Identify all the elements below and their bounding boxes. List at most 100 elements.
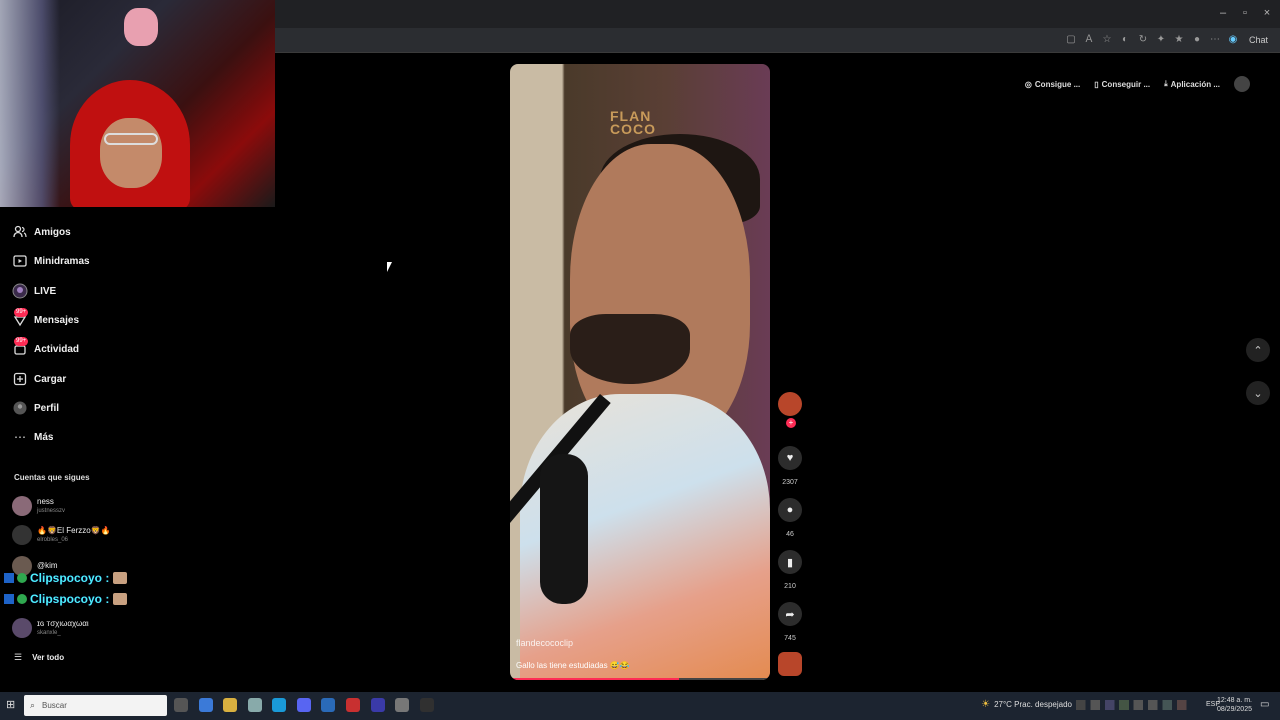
- favorite-icon[interactable]: ☆: [1101, 34, 1113, 46]
- sidebar-item-label: Actividad: [34, 343, 80, 355]
- sidebar-item-mensajes[interactable]: 99+ Mensajes: [12, 308, 80, 331]
- minimize-button[interactable]: –: [1212, 4, 1234, 22]
- comment-button[interactable]: ●: [778, 498, 802, 522]
- close-button[interactable]: ×: [1256, 4, 1278, 22]
- weather-icon: ☀: [981, 699, 991, 710]
- discord-icon[interactable]: [297, 698, 311, 712]
- top-right-links: ◎ Consigue ... ▯ Conseguir ... ⤓ Aplicación…: [1025, 76, 1250, 92]
- get-app-link[interactable]: ▯ Conseguir ...: [1094, 80, 1150, 89]
- follow-plus-icon[interactable]: +: [786, 418, 796, 428]
- maximize-button[interactable]: ▫: [1234, 4, 1256, 22]
- following-name: ɪɢ тσχιωαχωαι: [37, 619, 89, 628]
- see-all-link[interactable]: ☰ Ver todo: [14, 652, 64, 663]
- tiktok-app-icon[interactable]: [420, 698, 434, 712]
- notification-icon[interactable]: ▭: [1260, 699, 1272, 711]
- obs-icon[interactable]: [346, 698, 360, 712]
- translate-icon[interactable]: Ａ: [1083, 34, 1095, 46]
- sidebar-item-amigos[interactable]: Amigos: [12, 221, 71, 243]
- sidebar-item-mas[interactable]: ⋯ Más: [12, 426, 53, 448]
- chat-badge-icon: [17, 594, 27, 604]
- sidebar-item-perfil[interactable]: Perfil: [12, 397, 59, 419]
- stream-chat-line: Clipspocoyo :: [4, 571, 128, 585]
- copilot-app-icon[interactable]: [199, 698, 213, 712]
- like-count: 2307: [782, 479, 798, 486]
- following-item[interactable]: ness justnesszv: [12, 494, 65, 518]
- extension-icon[interactable]: ◐: [1119, 34, 1131, 46]
- menu-dots-icon[interactable]: ⋯: [1209, 34, 1221, 46]
- coin-icon: ◎: [1024, 79, 1032, 89]
- sidebar-item-minidramas[interactable]: Minidramas: [12, 250, 90, 272]
- chat-badge-icon: [17, 573, 27, 583]
- creator-avatar[interactable]: [778, 392, 802, 416]
- webcam-overlay: [0, 0, 275, 207]
- comment-count: 46: [786, 531, 794, 538]
- share-count: 745: [784, 635, 796, 642]
- minidramas-icon: [12, 253, 28, 269]
- sidebar-item-actividad[interactable]: 99+ Actividad: [12, 337, 80, 360]
- video-microphone: [540, 454, 588, 604]
- more-icon: ⋯: [14, 430, 26, 444]
- avatar: [12, 618, 32, 638]
- tray-icons[interactable]: [1075, 699, 1196, 710]
- sidebar-item-cargar[interactable]: Cargar: [12, 368, 66, 390]
- refresh-icon[interactable]: ↻: [1137, 34, 1149, 46]
- sidebar-item-live[interactable]: LIVE: [12, 280, 56, 302]
- reader-icon[interactable]: ▢: [1065, 34, 1077, 46]
- notepad-icon[interactable]: [248, 698, 262, 712]
- stream-chat-line: Clipspocoyo :: [4, 592, 128, 606]
- system-tray: ☀ 27°C Prac. despejado ESP: [981, 699, 1220, 710]
- video-watermark-logo: FLAN COCO: [610, 108, 656, 137]
- sidebar-item-label: Mensajes: [34, 314, 80, 326]
- task-view-icon[interactable]: [174, 698, 188, 712]
- chat-button[interactable]: Chat: [1249, 35, 1268, 45]
- video-progress-bar[interactable]: [510, 678, 770, 680]
- comment-icon: ●: [786, 504, 794, 516]
- messages-icon: 99+: [12, 308, 29, 328]
- taskbar-search[interactable]: ⌕ Buscar: [24, 695, 167, 716]
- heart-icon: ♥: [786, 452, 794, 464]
- following-section-title: Cuentas que sigues: [14, 473, 90, 482]
- favorites-bar-icon[interactable]: ★: [1173, 34, 1185, 46]
- steam-icon[interactable]: [321, 698, 335, 712]
- webcam-figurine: [124, 8, 158, 46]
- settings-icon[interactable]: [395, 698, 409, 712]
- video-player[interactable]: FLAN COCO flandecococlip Gallo las tiene…: [510, 64, 770, 680]
- chat-username: Clipspocoyo :: [30, 571, 110, 585]
- next-video-button[interactable]: ⌄: [1246, 381, 1270, 405]
- sound-disc-icon[interactable]: [778, 652, 802, 676]
- previous-video-button[interactable]: ⌃: [1246, 338, 1270, 362]
- profile-avatar-icon: [12, 400, 28, 416]
- desktop-app-link[interactable]: ⤓ Aplicación ...: [1164, 79, 1220, 89]
- mouse-cursor: [387, 262, 392, 272]
- following-item[interactable]: 🔥🦁El Ferzzo🦁🔥 elrobles_06: [12, 523, 111, 547]
- upload-icon: [12, 371, 28, 387]
- chat-emote-icon: [113, 572, 128, 584]
- following-handle: justnesszv: [37, 508, 66, 514]
- edge-browser-icon[interactable]: [272, 698, 286, 712]
- save-button[interactable]: ▮: [778, 550, 802, 574]
- avatar: [12, 525, 32, 545]
- like-button[interactable]: ♥: [778, 446, 802, 470]
- profile-icon[interactable]: ●: [1191, 34, 1203, 46]
- copilot-icon[interactable]: ◉: [1227, 34, 1239, 46]
- video-person-beard: [570, 314, 690, 384]
- webcam-person-face: [100, 118, 162, 188]
- weather-text[interactable]: 27°C Prac. despejado: [994, 700, 1072, 709]
- clock[interactable]: 12:48 a. m. 08/29/2025: [1217, 696, 1252, 714]
- save-count: 210: [784, 583, 796, 590]
- avatar: [12, 496, 32, 516]
- chat-username: Clipspocoyo :: [30, 592, 110, 606]
- friends-icon: [12, 224, 28, 240]
- user-avatar[interactable]: [1234, 76, 1250, 92]
- activity-badge: 99+: [14, 337, 29, 346]
- windows-start-icon[interactable]: ⊞: [6, 699, 18, 711]
- live-icon: [12, 283, 28, 299]
- puzzle-icon[interactable]: ✦: [1155, 34, 1167, 46]
- share-button[interactable]: ➦: [778, 602, 802, 626]
- video-author[interactable]: flandecococlip: [516, 638, 573, 648]
- file-explorer-icon[interactable]: [223, 698, 237, 712]
- list-icon: ☰: [14, 652, 23, 662]
- following-item[interactable]: ɪɢ тσχιωαχωαι skanxle_: [12, 616, 89, 640]
- app-icon[interactable]: [371, 698, 385, 712]
- get-coins-link[interactable]: ◎ Consigue ...: [1025, 80, 1080, 89]
